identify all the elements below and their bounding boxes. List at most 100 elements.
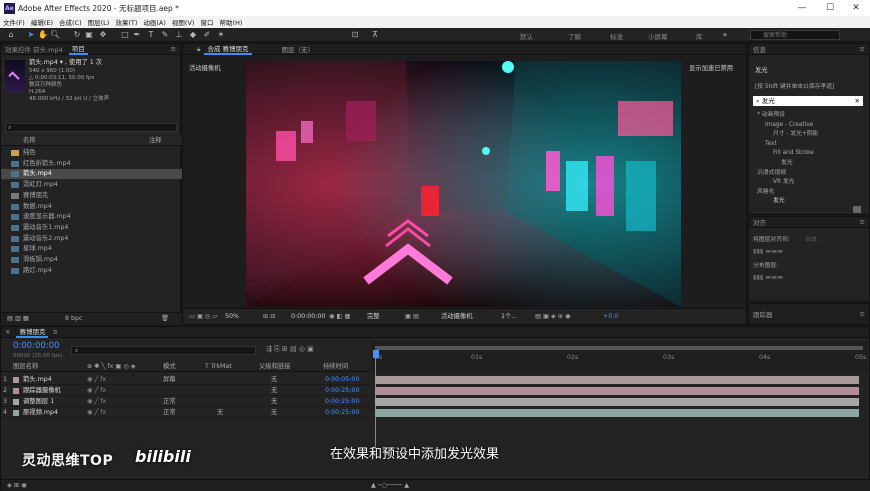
workspace-small-screen[interactable]: 小屏幕 [648,31,668,41]
column-name[interactable]: 名称 [23,136,36,146]
tree-item[interactable]: 尺寸 - 发光+阴影 [773,129,818,139]
bpc-label[interactable]: 8 bpc [65,314,82,324]
workspace-standard[interactable]: 标准 [610,31,623,41]
snapping-icon[interactable]: ⊡ [350,30,360,40]
list-item[interactable]: 霓虹灯.mp4 [1,180,182,190]
list-item[interactable]: 路灯.mp4 [1,266,182,276]
camera-tool-icon[interactable]: ▣ [84,30,94,40]
tree-item[interactable]: 发光 [773,196,785,206]
layer-switch-icons[interactable]: ◉ ╱ fx [87,408,106,418]
menu-composition[interactable]: 合成(C) [59,17,82,27]
list-item[interactable]: 震动音乐2.mp4 [1,234,182,244]
hand-tool-icon[interactable]: ✋ [38,30,48,40]
layer-mode[interactable]: 屏幕 [163,375,176,385]
views-select[interactable]: 1个... [501,312,517,322]
timeline-switch-icons[interactable]: ⇶ ⎘ ⊞ ▤ ◎ ▣ [266,344,314,354]
layer-duration-bar[interactable] [375,409,859,417]
tab-composition[interactable]: 合成 赛博朋克 [204,43,252,55]
layer-duration-bar[interactable] [375,376,859,384]
list-item[interactable]: 赛博朋克 [1,191,182,201]
viewer-option-icons[interactable]: ▭ ▣ ◎ ▱ [189,312,217,322]
tab-project[interactable]: 项目 [68,43,88,55]
panel-menu-icon[interactable]: ≡ [860,45,865,53]
new-preset-icon[interactable] [853,206,861,213]
time-ruler[interactable]: 0s01s02s03s04s05s [371,341,867,371]
eraser-tool-icon[interactable]: ◆ [188,30,198,40]
list-item[interactable]: 震动音乐1.mp4 [1,223,182,233]
home-icon[interactable]: ⌂ [6,30,16,40]
layer-duration[interactable]: 0:00:25:00 [325,397,359,407]
layer-trkmat[interactable]: 无 [217,408,223,418]
layer-switch-icons[interactable]: ◉ ╱ fx [87,397,106,407]
panel-menu-icon[interactable]: ≡ [860,218,865,226]
layer-duration-bar[interactable] [375,387,859,395]
list-item[interactable]: 箭头.mp4 [1,169,182,180]
menu-edit[interactable]: 编辑(E) [31,17,53,27]
magnification-select[interactable]: 50% [225,312,239,322]
timeline-timecode[interactable]: 0:00:00:00 [13,341,59,351]
lock-icon[interactable]: 🔒︎ [197,45,200,54]
clone-tool-icon[interactable]: ⊥ [174,30,184,40]
menu-layer[interactable]: 图层(L) [88,17,110,27]
camera-view-select[interactable]: 活动摄像机 [441,312,472,322]
table-row[interactable]: ◉ ╱ fx 3 调整图层 1 正常 无 0:00:25:00 [1,397,369,407]
playhead-handle[interactable] [373,350,379,358]
selection-tool-icon[interactable]: ➤ [26,30,36,40]
close-tab-icon[interactable]: ✕ [5,328,10,336]
table-row[interactable]: ◉ ╱ fx 2 跟踪器摄像机 无 0:00:25:00 [1,386,369,396]
layer-mode[interactable]: 正常 [163,408,176,418]
panel-menu-icon[interactable]: ≡ [171,45,176,53]
layer-duration[interactable]: 0:00:25:00 [325,386,359,396]
workspace-learn[interactable]: 了解 [568,31,581,41]
resolution-select[interactable]: 完整 [367,312,380,322]
label-color-swatch[interactable] [13,388,19,394]
help-search-input[interactable]: 搜索帮助 [750,30,840,40]
layer-switch-icons[interactable]: ◉ ╱ fx [87,386,106,396]
layer-duration[interactable]: 0:00:25:00 [325,408,359,418]
layer-mode[interactable]: 正常 [163,397,176,407]
tree-item[interactable]: * 动画预设 [757,110,785,120]
puppet-tool-icon[interactable]: ✶ [216,30,226,40]
column-duration[interactable]: 持续时间 [323,362,348,372]
list-item[interactable]: 数据.mp4 [1,202,182,212]
list-item[interactable]: 红色折箭头.mp4 [1,159,182,169]
menu-window[interactable]: 窗口 [200,17,213,27]
label-color-swatch[interactable] [13,377,19,383]
brush-tool-icon[interactable]: ✎ [160,30,170,40]
layer-duration-bar[interactable] [375,398,859,406]
interpret-footage-icon[interactable]: ▤ ▥ ▦ [7,314,29,324]
tree-item[interactable]: Fill and Stroke [773,148,814,158]
layer-duration[interactable]: 0:00:05:00 [325,375,359,385]
close-button[interactable]: ✕ [842,0,870,16]
workspace-overflow-icon[interactable]: » [720,30,730,40]
table-row[interactable]: ◉ ╱ fx 4 原视频.mp4 正常 无 0:00:25:00 无 [1,408,369,418]
layer-parent[interactable]: 无 [271,397,277,407]
list-item[interactable]: 纯色 [1,148,182,158]
list-item[interactable]: 滑板锅.mp4 [1,255,182,265]
workspace-libraries[interactable]: 库 [696,31,703,41]
pan-behind-tool-icon[interactable]: ✥ [98,30,108,40]
table-row[interactable]: ◉ ╱ fx 1 箭头.mp4 屏幕 无 0:00:05:00 [1,375,369,385]
region-icon[interactable]: ⊞ ⊟ [263,312,276,322]
menu-effect[interactable]: 效果(T) [115,17,137,27]
align-buttons-icon[interactable]: ▮▮▮ ▬▬▬ [753,247,783,257]
layer-parent[interactable]: 无 [271,408,277,418]
label-color-swatch[interactable] [13,410,19,416]
pen-tool-icon[interactable]: ✒ [132,30,142,40]
panel-menu-icon[interactable]: ≡ [860,310,865,318]
rectangle-tool-icon[interactable]: □ [120,30,130,40]
tree-item[interactable]: Text [765,139,777,149]
project-search-input[interactable]: ⌕ [5,123,177,132]
roto-tool-icon[interactable]: ✐ [202,30,212,40]
type-tool-icon[interactable]: T [146,30,156,40]
workspace-default[interactable]: 默认 [520,31,533,41]
work-area-bar[interactable] [375,346,863,350]
zoom-tool-icon[interactable]: 🔍︎ [50,30,60,40]
tree-item[interactable]: Image - Creative [765,120,813,130]
menu-help[interactable]: 帮助(H) [219,17,242,27]
tree-item[interactable]: 发光 [781,158,793,168]
tree-item[interactable]: 沉浸式视频 [757,168,786,178]
transparency-grid-icon[interactable]: ▣ ▤ [405,312,419,322]
tab-timeline[interactable]: 赛博朋克 [16,326,49,338]
timeline-search-input[interactable]: ⌕ [71,346,256,355]
